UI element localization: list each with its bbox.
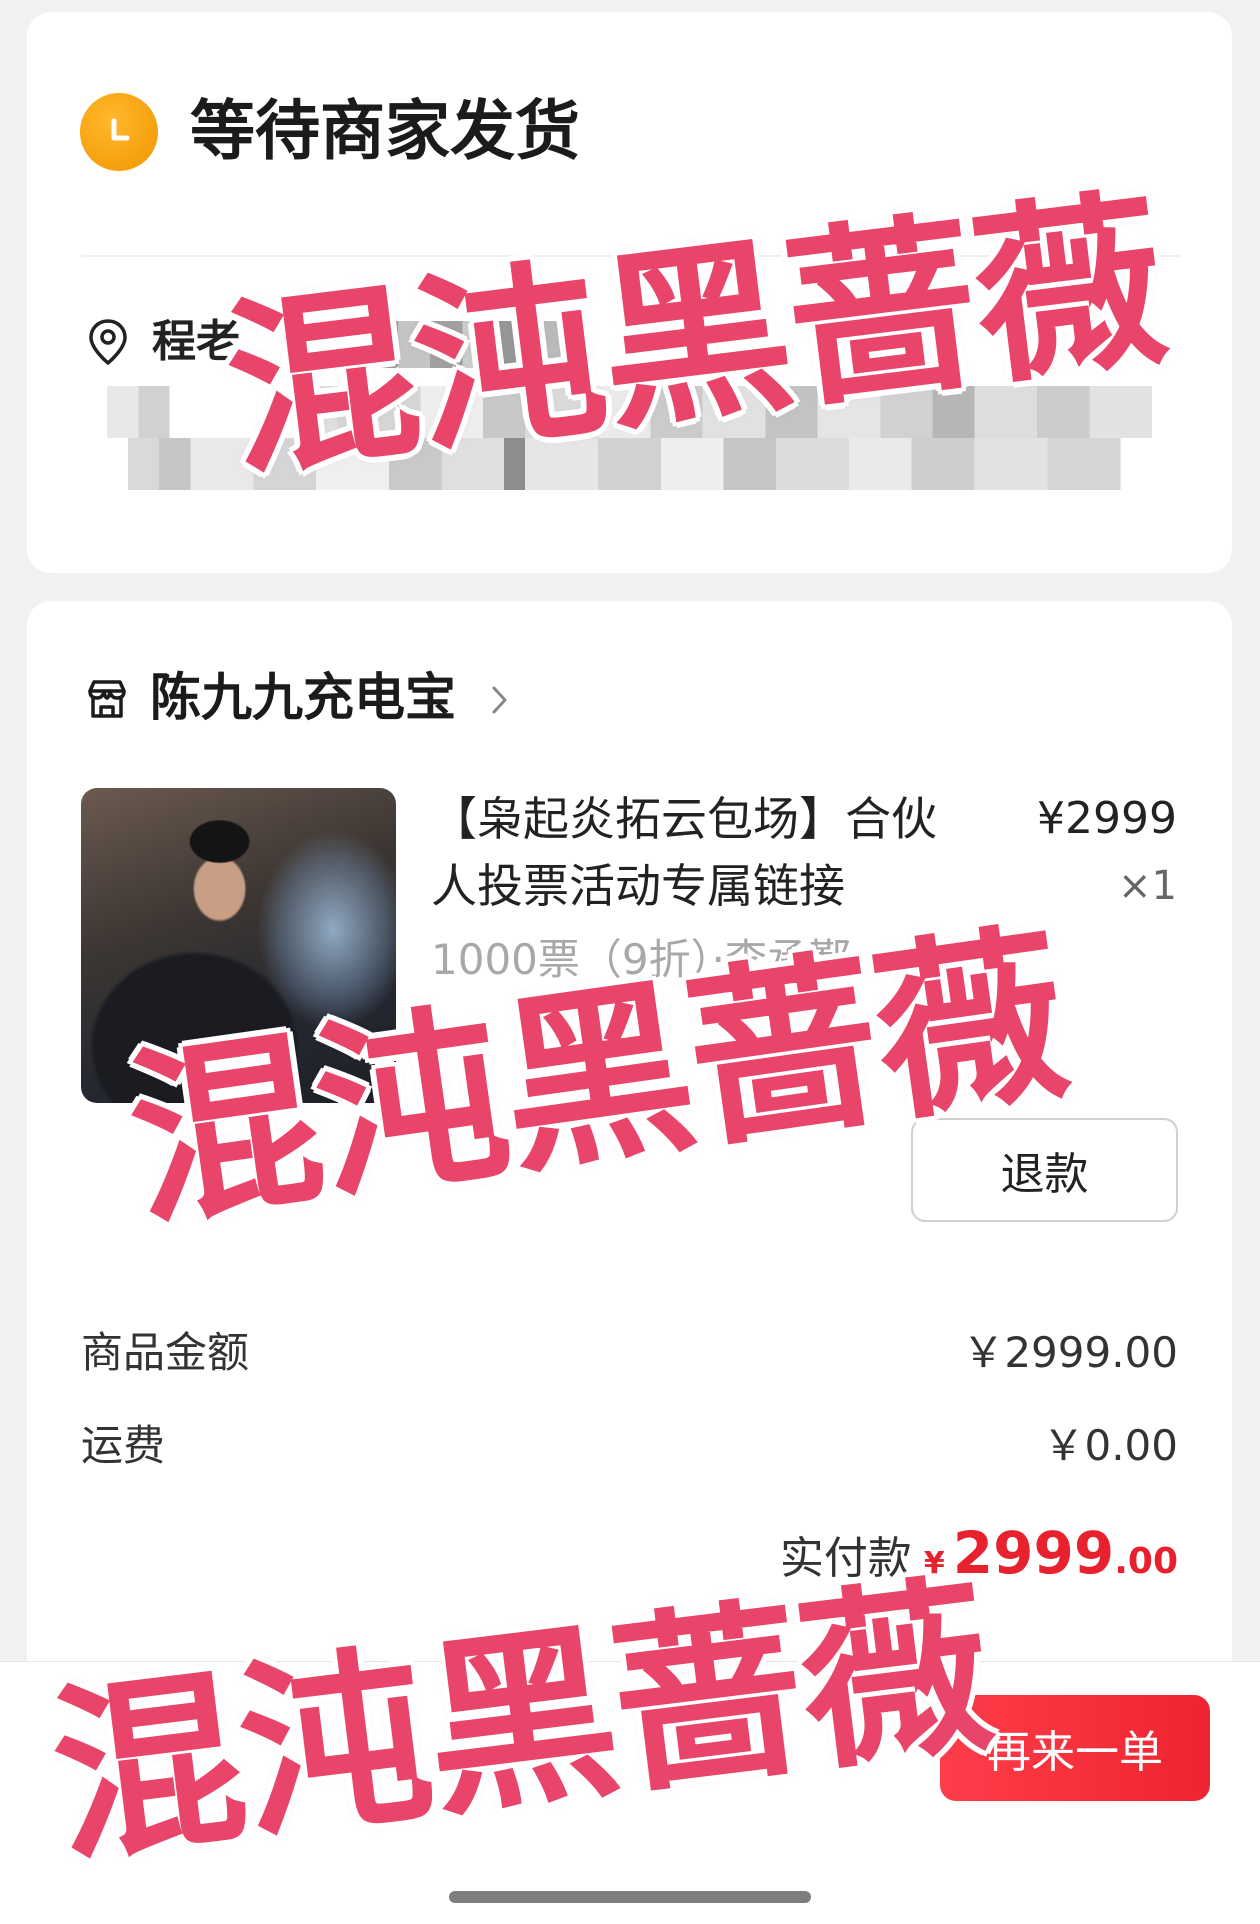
clock-icon: [80, 93, 158, 171]
divider: [81, 255, 1179, 257]
product-title: 【枭起炎拓云包场】合伙人投票活动专属链接: [431, 792, 937, 913]
chevron-right-icon[interactable]: [489, 681, 511, 719]
order-detail-card: 陈九九充电宝 【枭起炎拓云包场】合伙人投票活动专属链接 ¥2999 ×1 100…: [27, 601, 1232, 1761]
recipient-name: 程老: [152, 316, 240, 367]
goods-amount-value: ￥2999.00: [962, 1328, 1178, 1377]
product-quantity: ×1: [1118, 863, 1177, 909]
location-pin-icon: [89, 319, 127, 365]
bottom-action-bar: 再来一单: [0, 1661, 1260, 1924]
paid-amount-decimal: .00: [1114, 1541, 1178, 1582]
order-status-card: 等待商家发货 程老: [27, 12, 1232, 573]
store-name-link[interactable]: 陈九九充电宝: [150, 670, 456, 728]
product-thumbnail[interactable]: [81, 788, 396, 1103]
paid-currency: ¥: [923, 1546, 945, 1581]
home-indicator[interactable]: [449, 1891, 811, 1903]
clock-hands-glyph: [111, 118, 130, 141]
paid-amount-row: 实付款 ¥ 2999 .00: [780, 1519, 1178, 1589]
product-spec: 1000票（9折）·李承鄞: [431, 935, 851, 984]
redacted-phone-mosaic: [306, 321, 576, 368]
redacted-address-mosaic: [107, 386, 1152, 490]
shipping-fee-label: 运费: [81, 1421, 166, 1470]
shipping-fee-value: ￥0.00: [1042, 1421, 1178, 1470]
refund-button[interactable]: 退款: [911, 1118, 1178, 1222]
paid-amount-integer: 2999: [952, 1519, 1115, 1587]
product-item[interactable]: 【枭起炎拓云包场】合伙人投票活动专属链接 ¥2999 ×1 1000票（9折）·…: [27, 781, 1232, 1111]
status-title: 等待商家发货: [190, 94, 581, 169]
store-icon: [88, 680, 126, 718]
product-price: ¥2999: [1037, 793, 1177, 844]
paid-amount-label: 实付款: [779, 1533, 912, 1584]
reorder-button[interactable]: 再来一单: [940, 1695, 1210, 1801]
goods-amount-label: 商品金额: [81, 1328, 250, 1377]
